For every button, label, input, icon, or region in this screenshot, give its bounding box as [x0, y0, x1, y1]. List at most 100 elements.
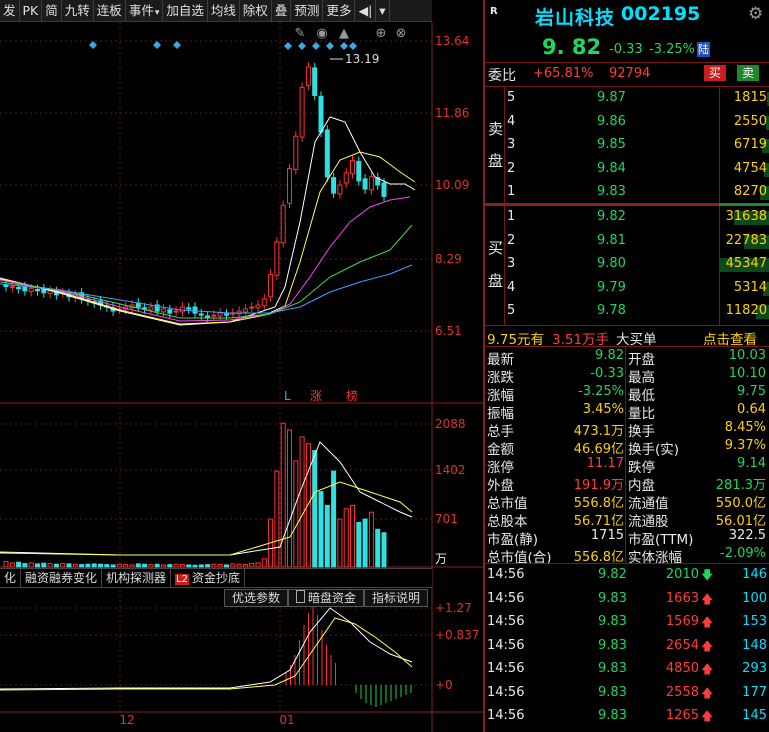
checkbox-icon — [296, 590, 306, 603]
stat-value: 56.71亿 — [573, 514, 624, 529]
indicator-tab-2[interactable]: 机构探测器 — [102, 569, 172, 587]
tick-trade-row[interactable]: 14:56 9.83 2654 🡅 148 — [485, 638, 769, 657]
order-price: 9.81 — [597, 232, 626, 248]
plus-circle-icon[interactable]: ⊕ — [376, 26, 387, 41]
price-tick-label: 8.29 — [435, 252, 462, 266]
tick-trade-row[interactable]: 14:56 9.83 1663 🡅 100 — [485, 591, 769, 610]
stat-value: 9.37% — [724, 438, 766, 453]
sell-order-row[interactable]: 5 9.87 1815 — [485, 89, 769, 108]
sell-order-row[interactable]: 2 9.84 4754 — [485, 160, 769, 179]
buy-order-row[interactable]: 5 9.78 11820 — [485, 302, 769, 321]
tick-trade-row[interactable]: 14:56 9.83 2558 🡅 177 — [485, 685, 769, 704]
candle-body — [337, 184, 343, 195]
triangle-icon[interactable]: ▲ — [339, 26, 349, 41]
kline-chart-svg[interactable]: 13.64 11.86 10.09 8.29 6.51 2088 1402 701 万 +1.27… — [0, 22, 483, 732]
buy-order-row[interactable]: 4 9.79 5314 — [485, 279, 769, 298]
macd-tick-label: +1.27 — [435, 601, 472, 615]
price-tick-label: 10.09 — [435, 178, 469, 192]
order-level: 2 — [507, 232, 516, 248]
candle-body — [186, 307, 192, 310]
stat-row: 涨跌 -0.33 最高 10.10 — [485, 366, 769, 386]
volume-bar — [236, 563, 242, 568]
stat-row: 总市值 556.8亿 流通值 550.0亿 — [485, 492, 769, 512]
indicator-tab-3[interactable]: L2 资金抄底 — [171, 569, 245, 587]
toolbar-item-2[interactable]: 简 — [42, 0, 62, 21]
event-marker-icon — [89, 41, 97, 49]
big-order-link[interactable]: 点击查看 — [703, 328, 757, 348]
trade-volume: 1265 — [665, 708, 699, 723]
order-level: 5 — [507, 303, 516, 318]
toolbar-item-12[interactable]: ◀| — [355, 0, 377, 21]
indicator-tab-0[interactable]: 化 — [0, 569, 22, 587]
toolbar-item-9[interactable]: 叠 — [272, 0, 292, 21]
sell-order-row[interactable]: 3 9.85 6719 — [485, 136, 769, 155]
stat-row: 总股本 56.71亿 流通股 56.01亿 — [485, 510, 769, 530]
price-change-pct: -3.25% — [649, 42, 695, 57]
zhang-tag: 涨 — [310, 388, 322, 403]
toolbar-item-8[interactable]: 除权 — [240, 0, 272, 21]
stat-label: 跌停 — [628, 460, 655, 476]
close-icon[interactable]: ⊗ — [396, 26, 407, 41]
candle-body — [293, 135, 299, 171]
tick-trade-row[interactable]: 14:56 9.83 4850 🡅 293 — [485, 661, 769, 680]
arrow-up-icon: 🡅 — [701, 662, 714, 676]
volume-bar — [205, 564, 211, 568]
r-badge: R — [490, 6, 498, 17]
indicator-button-1[interactable]: 暗盘资金 — [288, 589, 365, 607]
trade-price: 9.83 — [598, 590, 627, 606]
candle-body — [198, 313, 204, 316]
dea-line — [0, 617, 413, 691]
toolbar-item-5[interactable]: 事件 — [126, 0, 164, 21]
high-price-label: 13.19 — [345, 52, 379, 66]
arrow-up-icon: 🡅 — [701, 591, 714, 606]
buy-order-row[interactable]: 3 9.80 45347 — [485, 255, 769, 274]
sell-button[interactable]: 卖 — [737, 65, 760, 81]
candle-body — [205, 315, 211, 318]
order-price: 9.86 — [597, 113, 626, 129]
order-volume: 2550 — [733, 113, 767, 129]
tick-trade-row[interactable]: 14:56 9.83 1265 🡅 145 — [485, 708, 769, 727]
buy-button[interactable]: 买 — [704, 65, 727, 81]
arrow-up-icon: 🡅 — [701, 709, 714, 723]
toolbar-item-11[interactable]: 更多 — [323, 0, 356, 21]
stat-row: 涨幅 -3.25% 最低 9.75 — [485, 384, 769, 404]
indicator-button-2[interactable]: 指标说明 — [364, 589, 429, 607]
stat-value: 11.17 — [586, 456, 624, 471]
toolbar-item-0[interactable]: 发 — [0, 0, 20, 21]
trade-time: 14:56 — [487, 590, 525, 606]
candle-body — [356, 160, 362, 182]
toolbar-item-1[interactable]: PK — [20, 0, 43, 21]
volume-bar — [3, 561, 9, 568]
current-price: 9. 82 — [542, 35, 602, 59]
trade-price: 9.83 — [598, 614, 627, 629]
eye-icon[interactable]: ◉ — [316, 26, 327, 41]
indicator-button-0[interactable]: 优选参数 — [224, 589, 289, 607]
buy-order-row[interactable]: 1 9.82 31638 — [485, 208, 769, 227]
arrow-up-icon: 🡅 — [701, 685, 714, 700]
gear-icon[interactable]: ⚙ — [748, 4, 763, 24]
toolbar-item-6[interactable]: 加自选 — [163, 0, 208, 21]
tick-trade-row[interactable]: 14:56 9.83 1569 🡅 153 — [485, 614, 769, 633]
indicator-button-label: 优选参数 — [232, 591, 281, 605]
toolbar-item-3[interactable]: 九转 — [62, 0, 94, 21]
sell-order-row[interactable]: 4 9.86 2550 — [485, 113, 769, 132]
tick-trade-row[interactable]: 14:56 9.82 2010 🡇 146 — [485, 567, 769, 586]
time-axis-label: 12 — [119, 713, 134, 727]
kline-chart-area[interactable]: 13.64 11.86 10.09 8.29 6.51 2088 1402 701 万 +1.27… — [0, 22, 483, 732]
chevron-down-icon[interactable]: ▾ — [376, 0, 390, 21]
trade-time: 14:56 — [487, 661, 525, 676]
toolbar-item-10[interactable]: 预测 — [291, 0, 324, 21]
buy-order-row[interactable]: 2 9.81 22783 — [485, 232, 769, 251]
toolbar-item-4[interactable]: 连板 — [94, 0, 126, 21]
candle-body — [35, 289, 40, 292]
order-level: 1 — [507, 184, 516, 199]
sell-order-row[interactable]: 1 9.83 8270 — [485, 183, 769, 202]
pencil-icon[interactable]: ✎ — [295, 26, 306, 41]
indicator-tab-1[interactable]: 融资融券变化 — [21, 569, 103, 587]
stat-label: 内盘 — [628, 478, 655, 494]
stat-label: 换手 — [628, 424, 655, 440]
stat-value: 473.1万 — [573, 424, 624, 439]
toolbar-item-7[interactable]: 均线 — [208, 0, 240, 21]
candle-body — [179, 306, 185, 313]
stat-label: 涨停 — [487, 460, 514, 476]
